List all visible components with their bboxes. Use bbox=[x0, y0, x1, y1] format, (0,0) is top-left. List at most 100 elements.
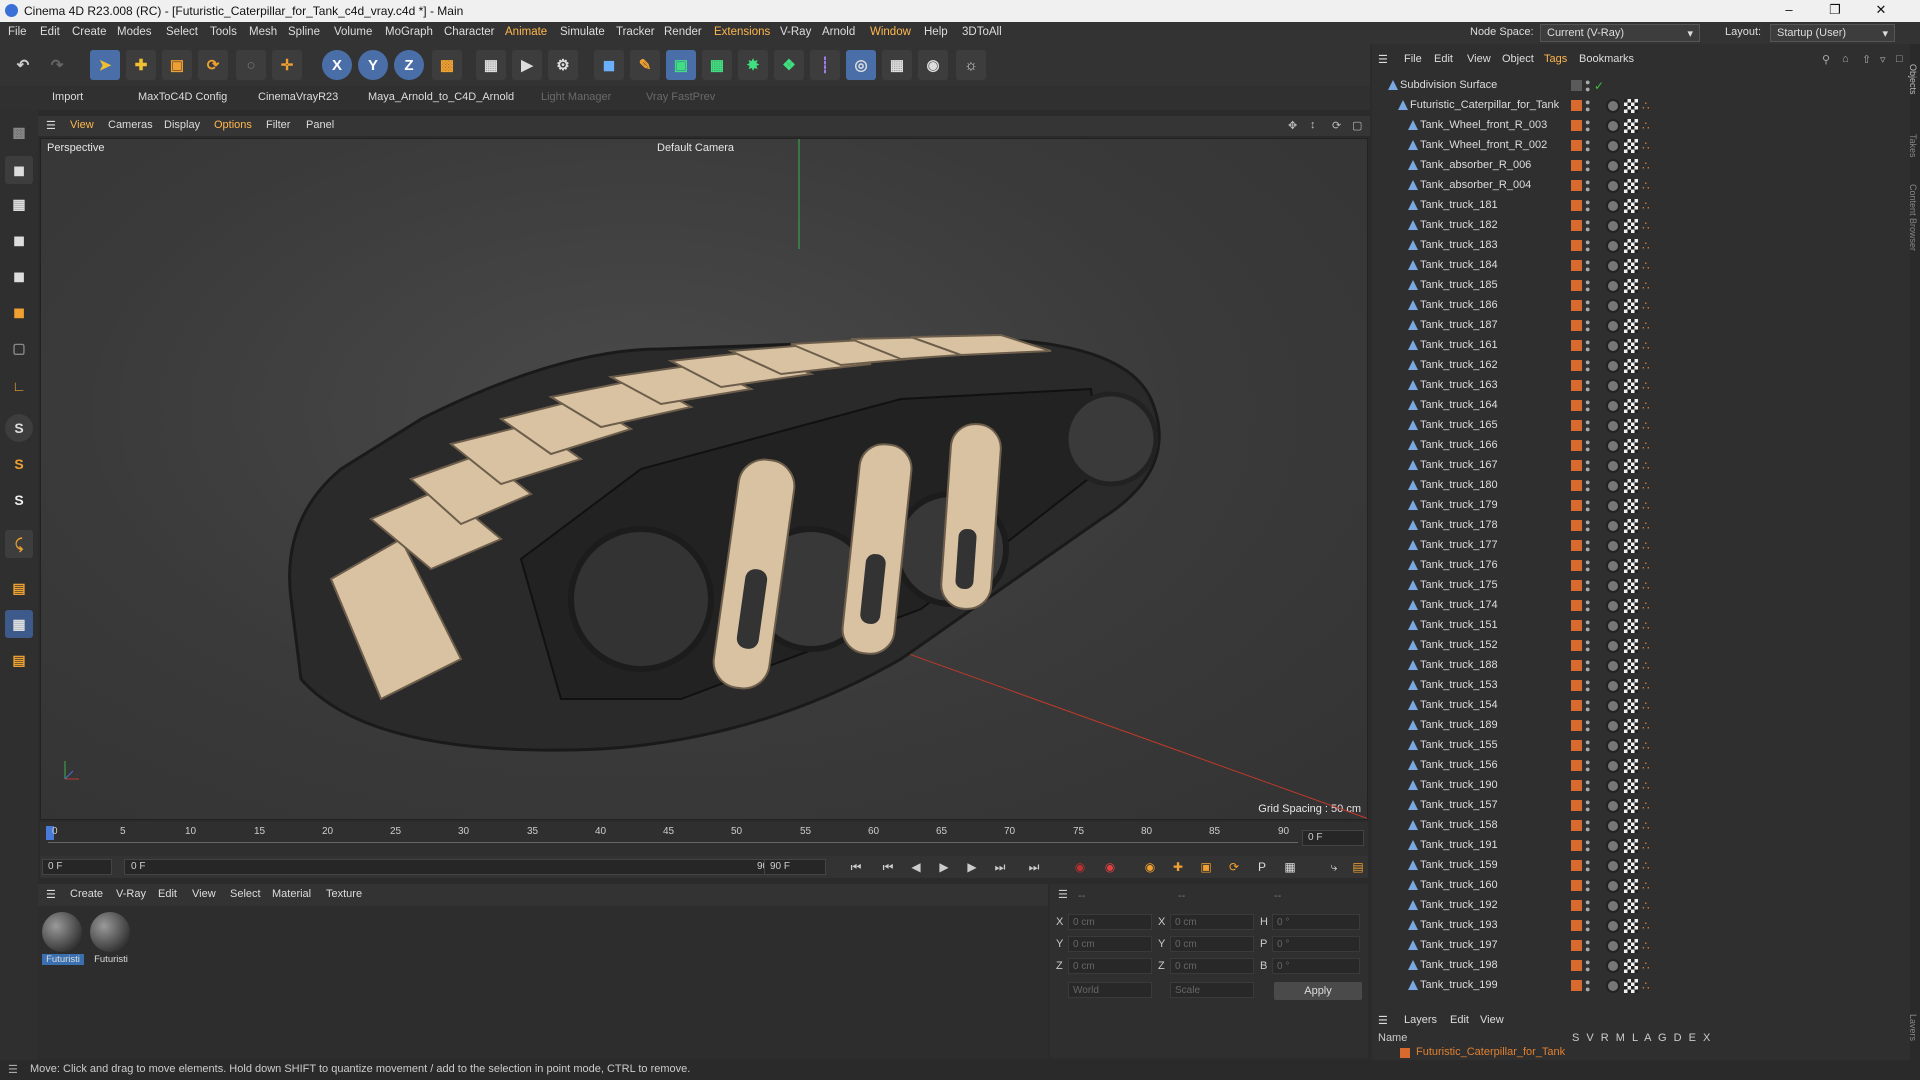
rotation-b-field[interactable]: 0 ° bbox=[1272, 958, 1360, 974]
selection-tag-icon[interactable]: ∴ bbox=[1642, 680, 1654, 692]
material-menu-view[interactable]: View bbox=[192, 888, 216, 900]
visibility-dots[interactable]: ● ● bbox=[1585, 238, 1590, 254]
texture-tag-icon[interactable] bbox=[1624, 439, 1638, 453]
visibility-dots[interactable]: ● ● bbox=[1585, 98, 1590, 114]
selection-tag-icon[interactable]: ∴ bbox=[1642, 720, 1654, 732]
deformer-icon[interactable]: ┊ bbox=[810, 50, 840, 80]
selection-tag-icon[interactable]: ∴ bbox=[1642, 520, 1654, 532]
visibility-dots[interactable]: ● ● bbox=[1585, 258, 1590, 274]
auto-key-icon[interactable]: ◉ bbox=[1100, 857, 1120, 877]
motion-system-icon[interactable]: ⤷ bbox=[1324, 857, 1344, 877]
vray-tag-icon[interactable] bbox=[1606, 639, 1620, 653]
texture-tag-icon[interactable] bbox=[1624, 599, 1638, 613]
selection-tag-icon[interactable]: ∴ bbox=[1642, 820, 1654, 832]
visibility-dots[interactable]: ● ● bbox=[1585, 178, 1590, 194]
visibility-dots[interactable]: ● ● bbox=[1585, 758, 1590, 774]
selection-tag-icon[interactable]: ∴ bbox=[1642, 700, 1654, 712]
render-settings-icon[interactable]: ⚙ bbox=[548, 50, 578, 80]
layer-color-swatch[interactable] bbox=[1571, 380, 1582, 391]
visibility-dots[interactable]: ● ● bbox=[1585, 358, 1590, 374]
layer-color-swatch[interactable] bbox=[1571, 240, 1582, 251]
selection-tag-icon[interactable]: ∴ bbox=[1642, 560, 1654, 572]
menu-window[interactable]: Window bbox=[870, 26, 911, 38]
vray-tag-icon[interactable] bbox=[1606, 499, 1620, 513]
object-row[interactable]: Tank_truck_175 ● ● ∴ bbox=[1372, 576, 1902, 596]
lock-workplane-icon[interactable]: ▤ bbox=[5, 646, 33, 674]
selection-tag-icon[interactable]: ∴ bbox=[1642, 980, 1654, 992]
layer-color-swatch[interactable] bbox=[1571, 180, 1582, 191]
object-menu-edit[interactable]: Edit bbox=[1434, 53, 1453, 65]
object-row[interactable]: Tank_truck_160 ● ● ∴ bbox=[1372, 876, 1902, 896]
play-icon[interactable]: ▶ bbox=[934, 857, 954, 877]
texture-tag-icon[interactable] bbox=[1624, 279, 1638, 293]
object-row[interactable]: Tank_truck_163 ● ● ∴ bbox=[1372, 376, 1902, 396]
vray-tag-icon[interactable] bbox=[1606, 139, 1620, 153]
vray-tag-icon[interactable] bbox=[1606, 239, 1620, 253]
light-manager-button[interactable]: Light Manager bbox=[541, 91, 611, 103]
world-select[interactable]: World bbox=[1068, 982, 1152, 998]
object-row[interactable]: Tank_truck_193 ● ● ∴ bbox=[1372, 916, 1902, 936]
object-row[interactable]: Tank_truck_156 ● ● ∴ bbox=[1372, 756, 1902, 776]
layer-color-swatch[interactable] bbox=[1571, 740, 1582, 751]
vray-tag-icon[interactable] bbox=[1606, 759, 1620, 773]
object-row[interactable]: Tank_truck_199 ● ● ∴ bbox=[1372, 976, 1902, 996]
material-menu-texture[interactable]: Texture bbox=[326, 888, 362, 900]
points-mode-icon[interactable]: ◼ bbox=[5, 226, 33, 254]
object-row[interactable]: Tank_truck_183 ● ● ∴ bbox=[1372, 236, 1902, 256]
menu-create[interactable]: Create bbox=[72, 26, 107, 38]
menu-modes[interactable]: Modes bbox=[117, 26, 152, 38]
vray-tag-icon[interactable] bbox=[1606, 259, 1620, 273]
selection-tag-icon[interactable]: ∴ bbox=[1642, 920, 1654, 932]
texture-tag-icon[interactable] bbox=[1624, 759, 1638, 773]
vray-tag-icon[interactable] bbox=[1606, 319, 1620, 333]
import-button[interactable]: Import bbox=[52, 91, 83, 103]
object-row[interactable]: Tank_truck_152 ● ● ∴ bbox=[1372, 636, 1902, 656]
viewport-menu-cameras[interactable]: Cameras bbox=[108, 119, 153, 131]
layer-color-swatch[interactable] bbox=[1400, 1048, 1410, 1058]
minimize-button[interactable]: – bbox=[1766, 2, 1812, 17]
snap-workplane-icon[interactable]: S bbox=[5, 486, 33, 514]
texture-tag-icon[interactable] bbox=[1624, 99, 1638, 113]
object-row[interactable]: Tank_truck_176 ● ● ∴ bbox=[1372, 556, 1902, 576]
layer-color-swatch[interactable] bbox=[1571, 320, 1582, 331]
new-panel-icon[interactable]: □ bbox=[1896, 53, 1903, 65]
layer-color-swatch[interactable] bbox=[1571, 260, 1582, 271]
rotation-h-field[interactable]: 0 ° bbox=[1272, 914, 1360, 930]
redo-icon[interactable]: ↷ bbox=[42, 50, 72, 80]
layer-color-swatch[interactable] bbox=[1571, 640, 1582, 651]
visibility-dots[interactable]: ● ● bbox=[1585, 138, 1590, 154]
position-y-field[interactable]: 0 cm bbox=[1068, 936, 1152, 952]
object-row[interactable]: Tank_truck_155 ● ● ∴ bbox=[1372, 736, 1902, 756]
layer-color-swatch[interactable] bbox=[1571, 820, 1582, 831]
layer-color-swatch[interactable] bbox=[1571, 560, 1582, 571]
object-row[interactable]: Tank_truck_157 ● ● ∴ bbox=[1372, 796, 1902, 816]
hamburger-icon[interactable]: ☰ bbox=[1058, 888, 1068, 901]
vray-tag-icon[interactable] bbox=[1606, 99, 1620, 113]
object-row[interactable]: Tank_truck_187 ● ● ∴ bbox=[1372, 316, 1902, 336]
key-position-icon[interactable]: ✚ bbox=[1168, 857, 1188, 877]
texture-tag-icon[interactable] bbox=[1624, 939, 1638, 953]
frame-range-slider[interactable]: 0 F 90 F bbox=[124, 859, 784, 875]
layer-color-swatch[interactable] bbox=[1571, 980, 1582, 991]
maxtoc4d-config-button[interactable]: MaxToC4D Config bbox=[138, 91, 227, 103]
layer-color-swatch[interactable] bbox=[1571, 280, 1582, 291]
vray-tag-icon[interactable] bbox=[1606, 659, 1620, 673]
next-key-icon[interactable]: ⏭ bbox=[990, 857, 1010, 877]
selection-tag-icon[interactable]: ∴ bbox=[1642, 180, 1654, 192]
layer-color-swatch[interactable] bbox=[1571, 160, 1582, 171]
material-menu-create[interactable]: Create bbox=[70, 888, 103, 900]
visibility-dots[interactable]: ● ● bbox=[1585, 798, 1590, 814]
vray-tag-icon[interactable] bbox=[1606, 779, 1620, 793]
visibility-dots[interactable]: ● ● bbox=[1585, 418, 1590, 434]
selection-tag-icon[interactable]: ∴ bbox=[1642, 500, 1654, 512]
texture-tag-icon[interactable] bbox=[1624, 699, 1638, 713]
layer-color-swatch[interactable] bbox=[1571, 600, 1582, 611]
texture-tag-icon[interactable] bbox=[1624, 659, 1638, 673]
3d-viewport[interactable]: Perspective Default Camera Grid Spacing … bbox=[40, 138, 1368, 820]
rotate-view-icon[interactable]: ⟳ bbox=[1332, 119, 1341, 132]
texture-tag-icon[interactable] bbox=[1624, 679, 1638, 693]
selection-tag-icon[interactable]: ∴ bbox=[1642, 460, 1654, 472]
visibility-dots[interactable]: ● ● bbox=[1585, 738, 1590, 754]
up-icon[interactable]: ⇧ bbox=[1862, 53, 1871, 66]
object-row[interactable]: Tank_truck_185 ● ● ∴ bbox=[1372, 276, 1902, 296]
